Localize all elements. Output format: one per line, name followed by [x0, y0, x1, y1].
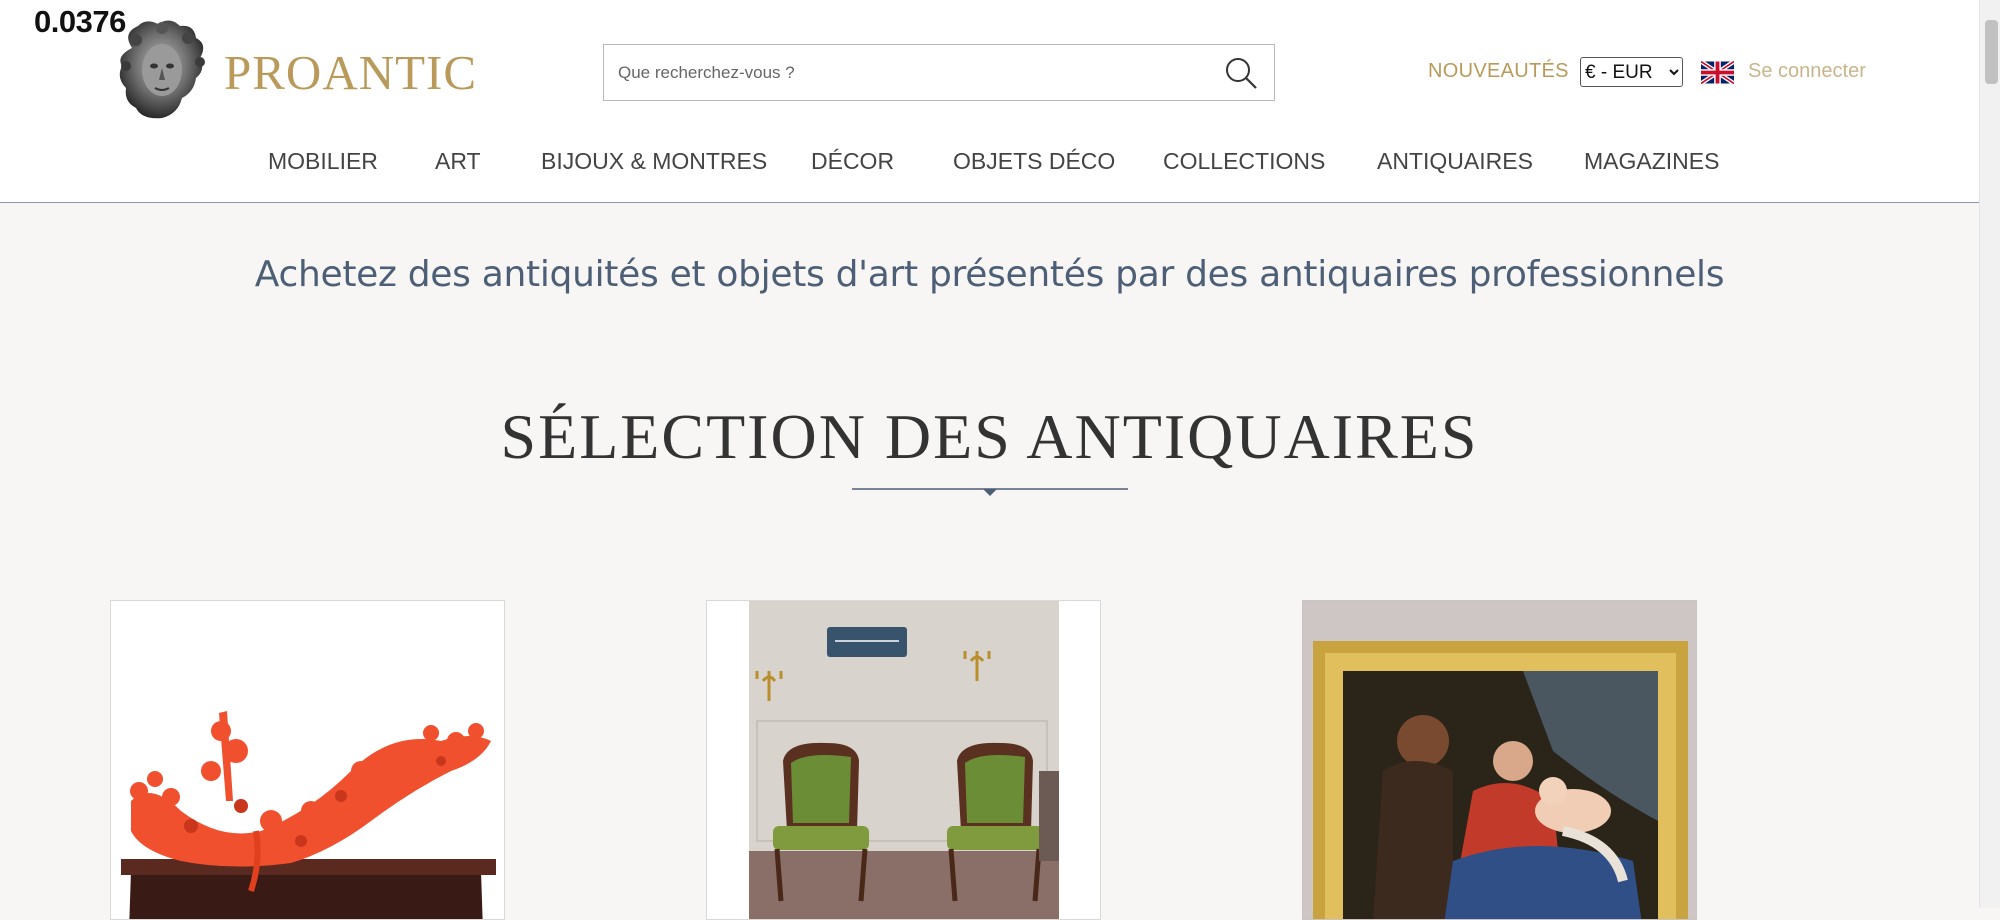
main-nav: MOBILIER ART BIJOUX & MONTRES DÉCOR OBJE… — [0, 148, 1979, 184]
product-card-armchairs[interactable] — [706, 600, 1101, 920]
coral-sculpture-image — [111, 601, 504, 919]
scrollbar-thumb[interactable] — [1985, 20, 1998, 84]
search-box — [603, 44, 1275, 101]
login-link[interactable]: Se connecter — [1748, 60, 1866, 83]
search-input[interactable] — [616, 55, 1180, 91]
product-card-coral[interactable] — [110, 600, 505, 920]
currency-select[interactable]: € - EUR — [1580, 57, 1683, 87]
armchairs-image — [707, 601, 1100, 919]
section-title: SÉLECTION DES ANTIQUAIRES — [500, 401, 1479, 472]
nav-item-art[interactable]: ART — [435, 148, 481, 175]
nav-item-collections[interactable]: COLLECTIONS — [1163, 148, 1325, 175]
site-header: 0.0376 PROANTIC Que recherchez-vous ? NO… — [0, 0, 1979, 203]
nav-item-magazines[interactable]: MAGAZINES — [1584, 148, 1719, 175]
brand-name[interactable]: PROANTIC — [224, 44, 477, 101]
painting-image — [1303, 601, 1696, 919]
title-divider — [852, 488, 1128, 496]
page-tagline: Achetez des antiquités et objets d'art p… — [254, 254, 1725, 295]
nav-item-bijoux-montres[interactable]: BIJOUX & MONTRES — [541, 148, 767, 175]
bust-logo-icon[interactable] — [112, 18, 212, 122]
product-card-painting[interactable] — [1302, 600, 1697, 920]
nav-item-decor[interactable]: DÉCOR — [811, 148, 894, 175]
new-arrivals-link[interactable]: NOUVEAUTÉS — [1428, 60, 1569, 83]
search-icon[interactable] — [1224, 56, 1258, 90]
vertical-scrollbar[interactable] — [1979, 0, 2000, 908]
page: 0.0376 PROANTIC Que recherchez-vous ? NO… — [0, 0, 1979, 920]
nav-item-mobilier[interactable]: MOBILIER — [268, 148, 378, 175]
uk-flag-icon[interactable] — [1701, 61, 1734, 84]
nav-item-antiquaires[interactable]: ANTIQUAIRES — [1377, 148, 1533, 175]
nav-item-objets-deco[interactable]: OBJETS DÉCO — [953, 148, 1115, 175]
